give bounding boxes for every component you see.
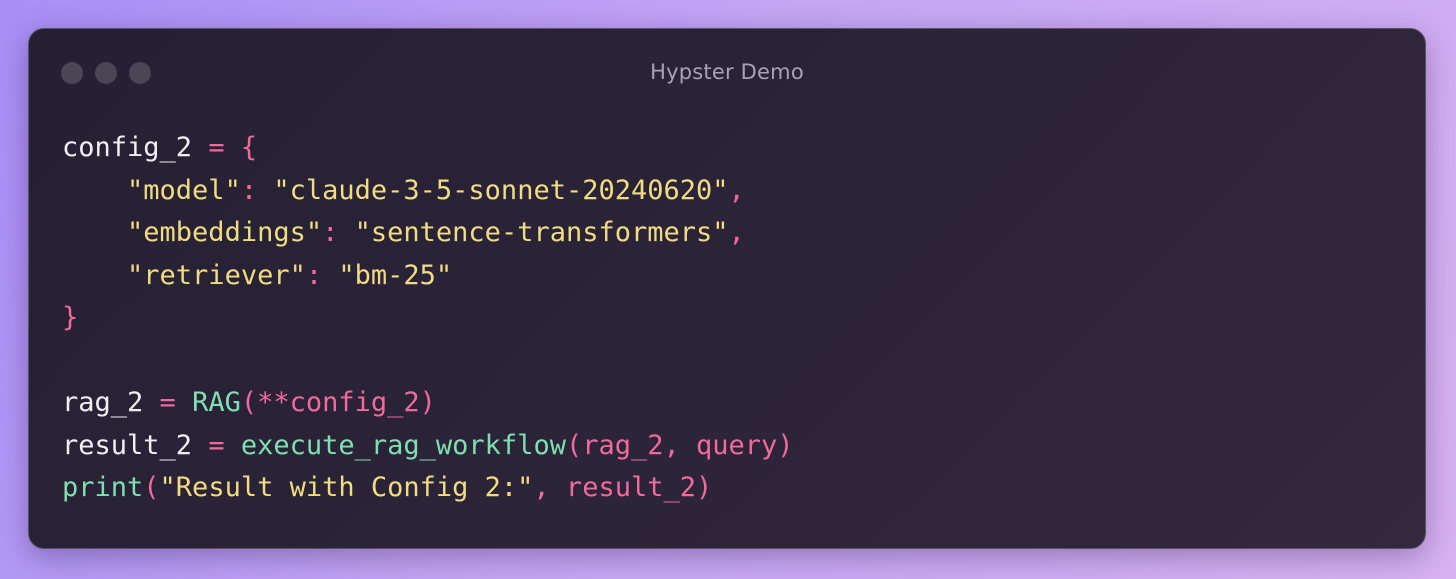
code-line: "model": "claude-3-5-sonnet-20240620", — [62, 170, 794, 213]
window-titlebar: Hypster Demo — [29, 29, 1425, 115]
code-token-op: , — [728, 174, 745, 206]
code-token-str: "bm-25" — [338, 259, 453, 291]
code-line: result_2 = execute_rag_workflow(rag_2, q… — [62, 425, 794, 468]
code-token-default — [225, 132, 241, 163]
code-token-func: execute_rag_workflow — [240, 429, 566, 461]
code-token-default — [62, 175, 127, 206]
code-line: "embeddings": "sentence-transformers", — [62, 212, 794, 255]
code-token-op: , — [728, 217, 745, 248]
code-token-default — [62, 260, 127, 291]
code-token-default — [176, 387, 192, 418]
code-token-op: (**config_2) — [240, 387, 436, 418]
code-token-func: RAG — [192, 387, 241, 418]
window-title: Hypster Demo — [650, 60, 804, 84]
code-block: config_2 = { "model": "claude-3-5-sonnet… — [62, 127, 794, 510]
code-line: print("Result with Config 2:", result_2) — [62, 467, 794, 510]
code-token-op: , result_2) — [533, 472, 713, 503]
code-token-op: = — [159, 387, 176, 418]
code-token-default — [225, 430, 241, 461]
code-token-op: = — [208, 429, 225, 461]
code-token-op: = — [208, 132, 225, 163]
code-token-default: result_2 — [62, 429, 193, 461]
code-token-op: (rag_2, query) — [565, 429, 794, 461]
code-token-str: "Result with Config 2:" — [159, 472, 534, 503]
code-token-str: "embeddings" — [127, 217, 323, 248]
code-token-default — [192, 430, 208, 461]
code-token-default — [62, 217, 127, 248]
code-token-default — [192, 132, 208, 163]
code-token-op: : — [240, 174, 258, 206]
code-token-str: "sentence-transformers" — [354, 217, 729, 248]
code-token-op: ( — [143, 472, 160, 503]
code-token-op: : — [305, 259, 323, 291]
code-line: } — [62, 297, 794, 340]
code-token-str: "claude-3-5-sonnet-20240620" — [273, 174, 729, 206]
code-token-default — [338, 217, 354, 248]
code-token-op: { — [240, 132, 258, 163]
code-token-op: : — [322, 217, 339, 248]
code-line: config_2 = { — [62, 127, 794, 170]
code-token-str: "model" — [127, 174, 241, 206]
code-line: rag_2 = RAG(**config_2) — [62, 382, 794, 425]
code-line: "retriever": "bm-25" — [62, 255, 794, 298]
code-token-op: } — [62, 302, 79, 333]
code-token-func: print — [62, 472, 144, 503]
code-token-default — [322, 260, 338, 291]
code-token-str: "retriever" — [127, 259, 306, 291]
code-token-default: rag_2 — [62, 387, 144, 418]
code-token-default: config_2 — [62, 132, 193, 163]
code-token-default — [143, 387, 159, 418]
code-window: Hypster Demo config_2 = { "model": "clau… — [28, 28, 1426, 549]
code-token-default — [257, 175, 273, 206]
